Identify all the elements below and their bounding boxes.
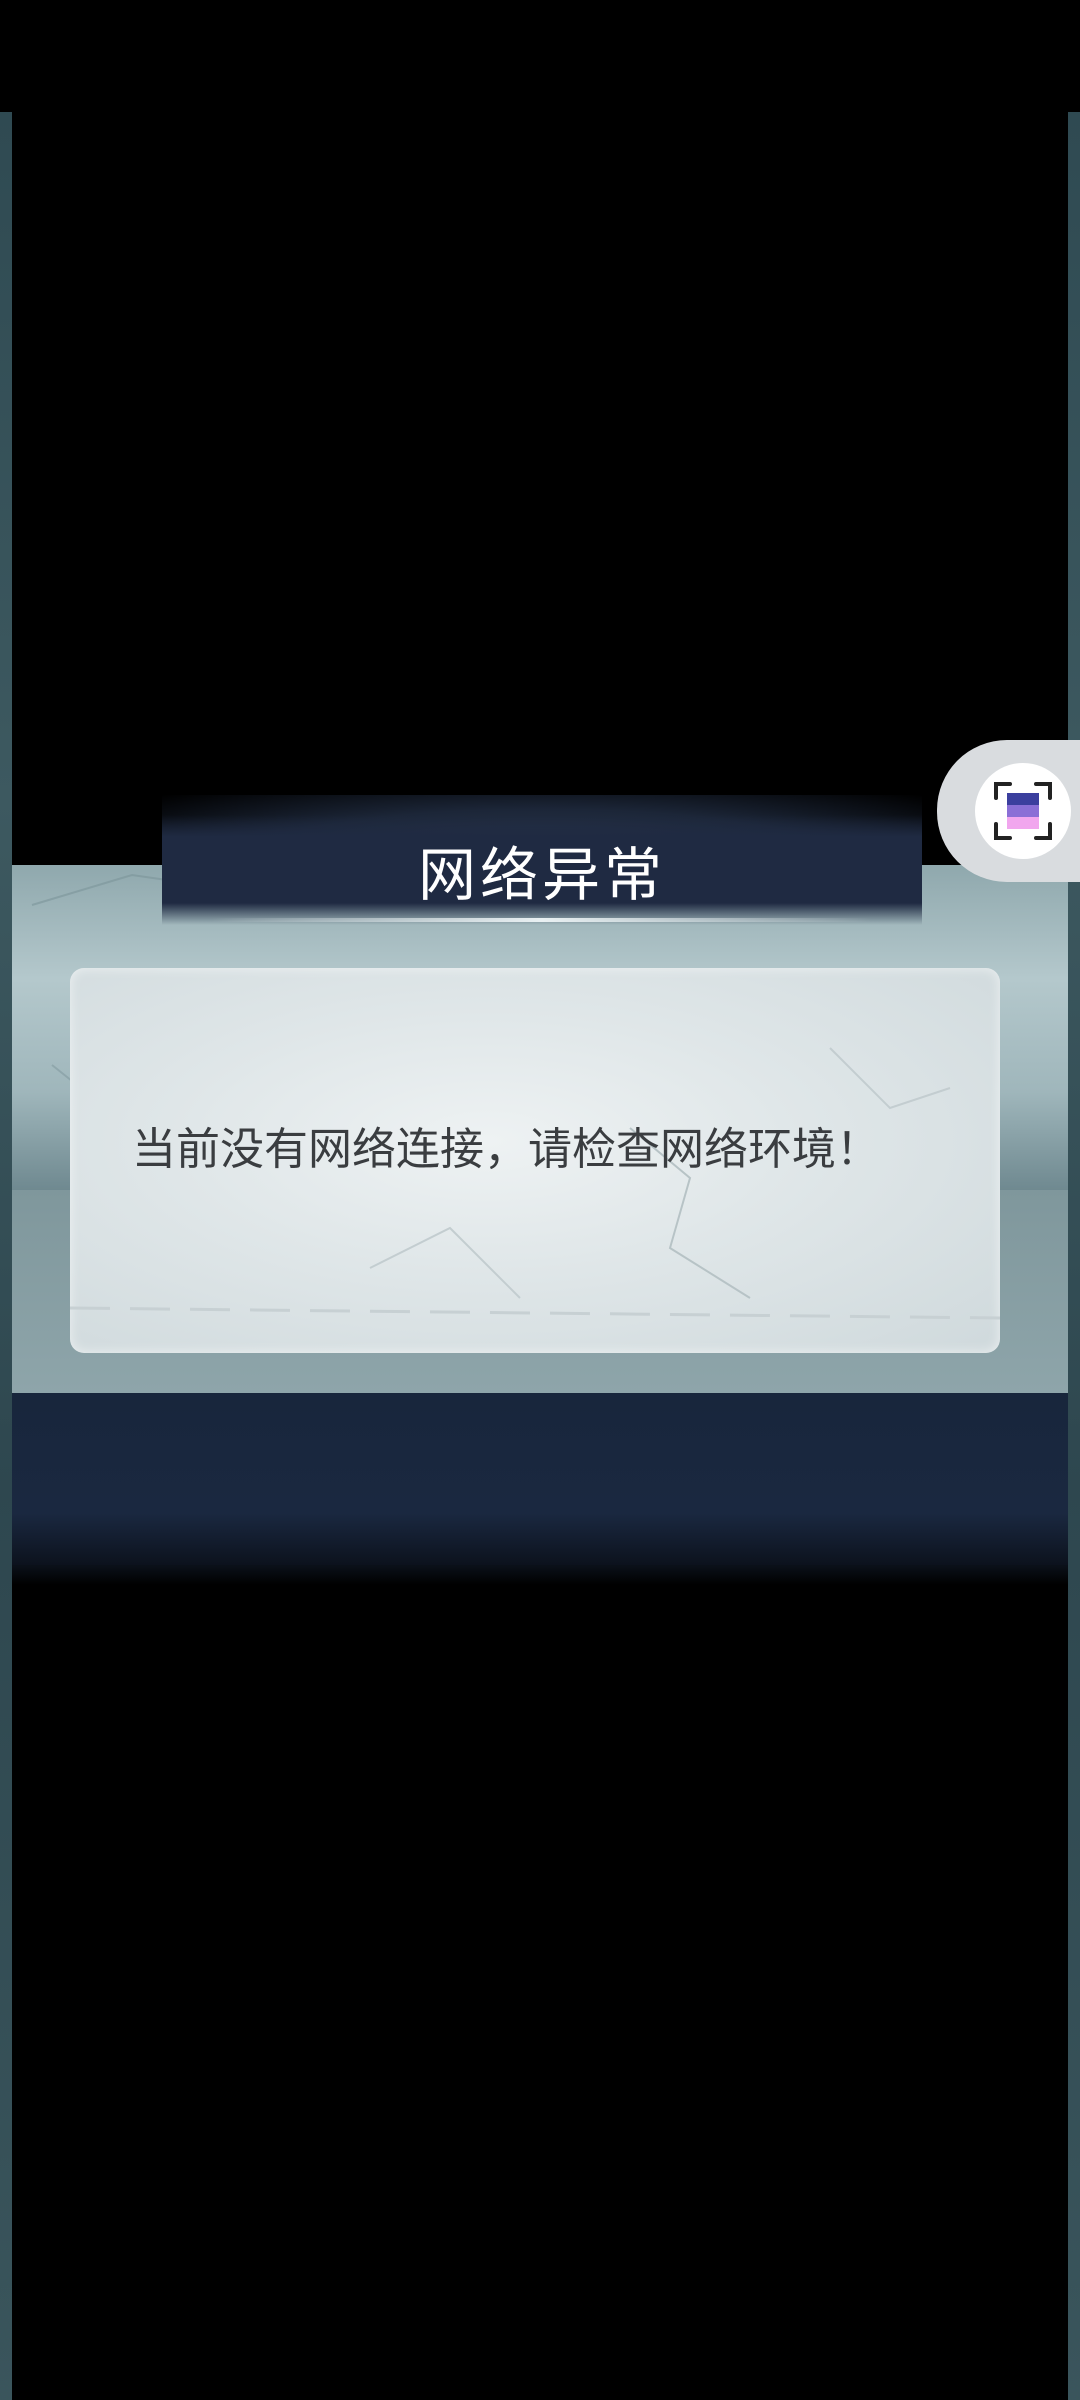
game-screen: 网络异常 当前没有网络连接，请检查网络环境！ (0, 0, 1080, 2400)
dialog-title-bar: 网络异常 (162, 815, 922, 925)
dialog-footer-edge (12, 1565, 1068, 1585)
status-bar-area (0, 0, 1080, 112)
background-strip-left (0, 112, 12, 2400)
network-error-dialog: 网络异常 当前没有网络连接，请检查网络环境！ (12, 795, 1068, 1595)
floating-screenshot-button[interactable] (937, 740, 1080, 882)
dialog-title: 网络异常 (417, 841, 666, 909)
title-underline (212, 918, 872, 922)
dialog-message: 当前没有网络连接，请检查网络环境！ (132, 1124, 880, 1175)
screenshot-capture-icon[interactable] (975, 763, 1071, 859)
dialog-footer (12, 1393, 1068, 1565)
background-strip-right (1068, 112, 1080, 2400)
